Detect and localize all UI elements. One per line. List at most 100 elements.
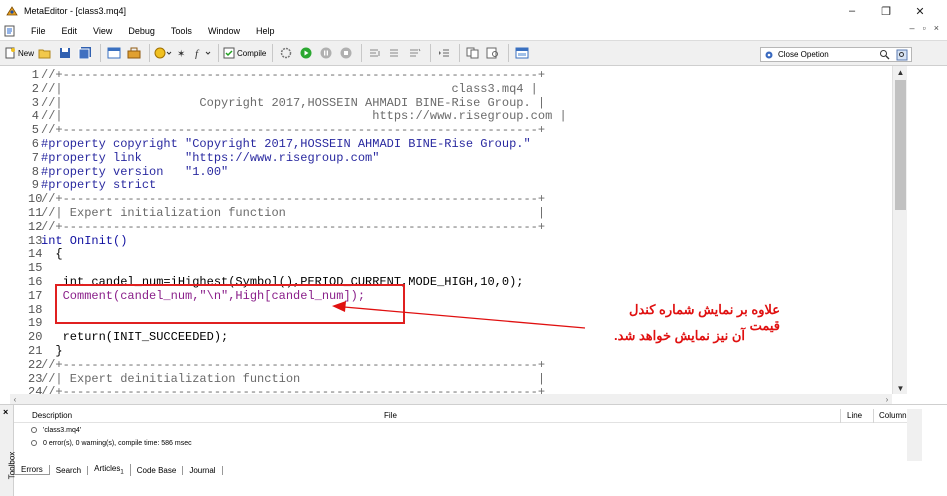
code-line[interactable]: 23//| Expert deinitialization function | — [28, 372, 892, 386]
compile-button[interactable]: Compile — [223, 44, 266, 62]
code-line[interactable]: 3//| Copyright 2017,HOSSEIN AHMADI BINE-… — [28, 96, 892, 110]
indent-button[interactable] — [435, 44, 453, 62]
step-over-button[interactable] — [386, 44, 404, 62]
code-line[interactable]: 8 #property version "1.00" — [28, 165, 892, 179]
toolbox-side-strip: × Toolbox — [0, 405, 16, 496]
line-number: 8 — [31, 164, 39, 179]
mdi-minimize-button[interactable]: – — [910, 23, 915, 33]
line-number: 2 — [31, 81, 39, 96]
step-out-button[interactable] — [406, 44, 424, 62]
mdi-close-button[interactable]: × — [934, 23, 939, 33]
code-line[interactable]: 21 } — [28, 344, 892, 358]
close-button[interactable]: ✕ — [903, 3, 937, 19]
scroll-up-icon[interactable]: ▲ — [893, 66, 908, 78]
document-icon[interactable] — [4, 25, 15, 37]
code-line[interactable]: 10//+-----------------------------------… — [28, 192, 892, 206]
insert-button[interactable]: ✶ — [174, 44, 192, 62]
code-line[interactable]: 12//+-----------------------------------… — [28, 220, 892, 234]
toolbar-separator — [361, 44, 363, 62]
code-line[interactable]: 22//+-----------------------------------… — [28, 358, 892, 372]
column-column[interactable]: Column — [879, 411, 907, 420]
code-editor[interactable]: 1//+------------------------------------… — [28, 68, 892, 394]
menu-window[interactable]: Window — [200, 26, 248, 36]
tab-journal[interactable]: Journal — [183, 465, 223, 475]
line-number: 18 — [28, 302, 43, 317]
toolbar-separator — [218, 44, 220, 62]
code-line[interactable]: 9 #property strict — [28, 178, 892, 192]
code-text: //+-------------------------------------… — [41, 68, 546, 82]
toolbox-close-button[interactable]: × — [3, 407, 8, 417]
code-line[interactable]: 4//| https://www.risegroup.com | — [28, 109, 892, 123]
line-number: 5 — [31, 123, 39, 138]
menu-debug[interactable]: Debug — [120, 26, 163, 36]
code-text: #property version "1.00" — [41, 164, 229, 179]
column-description[interactable]: Description — [32, 411, 72, 420]
message-row[interactable]: 'class3.mq4' — [30, 426, 81, 434]
editor-vertical-scrollbar[interactable]: ▲ ▼ — [892, 66, 907, 394]
menu-help[interactable]: Help — [248, 26, 283, 36]
save-all-button[interactable] — [76, 44, 94, 62]
copy-button[interactable] — [464, 44, 482, 62]
navigator-button[interactable] — [105, 44, 123, 62]
open-button[interactable] — [36, 44, 54, 62]
code-text: //| class3.mq4 | — [41, 81, 538, 96]
code-line[interactable]: 5//+------------------------------------… — [28, 123, 892, 137]
mdi-restore-button[interactable]: ▫ — [923, 23, 926, 33]
tab-articles[interactable]: Articles1 — [88, 464, 131, 476]
toolbar-separator — [100, 44, 102, 62]
tab-search[interactable]: Search — [50, 465, 89, 475]
toolbox-columns-header: Description File Line Column — [14, 409, 907, 423]
column-divider[interactable] — [840, 409, 841, 423]
toolbox-vertical-scrollbar[interactable] — [907, 409, 922, 461]
find-button[interactable] — [484, 44, 502, 62]
tab-code-base[interactable]: Code Base — [131, 465, 184, 475]
terminal-button[interactable] — [513, 44, 531, 62]
new-label: New — [18, 48, 35, 58]
column-divider[interactable] — [873, 409, 874, 423]
minimize-button[interactable]: – — [835, 3, 869, 19]
message-row[interactable]: 0 error(s), 0 warning(s), compile time: … — [30, 439, 192, 447]
toolbox-button[interactable] — [125, 44, 143, 62]
scroll-right-icon[interactable]: › — [882, 394, 892, 404]
save-button[interactable] — [56, 44, 74, 62]
line-number: 13 — [28, 233, 43, 248]
scroll-left-icon[interactable]: ‹ — [10, 394, 20, 404]
menu-tools[interactable]: Tools — [163, 26, 200, 36]
menu-view[interactable]: View — [85, 26, 120, 36]
stop-button[interactable] — [337, 44, 355, 62]
scroll-thumb[interactable] — [895, 80, 906, 210]
code-line[interactable]: 24//+-----------------------------------… — [28, 385, 892, 394]
new-button[interactable]: New — [4, 44, 34, 62]
code-line[interactable]: 1//+------------------------------------… — [28, 68, 892, 82]
styler-button[interactable] — [154, 44, 172, 62]
search-value: Close Opetion — [778, 50, 829, 59]
editor-horizontal-scrollbar[interactable]: ‹ › — [10, 394, 892, 404]
function-button[interactable]: f — [194, 44, 212, 62]
search-button[interactable] — [877, 48, 891, 61]
maximize-button[interactable]: ❐ — [869, 3, 903, 19]
copy-icon — [466, 47, 479, 59]
code-line[interactable]: 11//| Expert initialization function | — [28, 206, 892, 220]
code-line[interactable]: 14 { — [28, 247, 892, 261]
code-line[interactable]: 13 int OnInit() — [28, 234, 892, 248]
toolbar-separator — [149, 44, 151, 62]
indent-icon — [439, 49, 450, 57]
debug-settings-button[interactable] — [277, 44, 295, 62]
menu-edit[interactable]: Edit — [54, 26, 86, 36]
step-into-button[interactable] — [366, 44, 384, 62]
column-line[interactable]: Line — [847, 411, 862, 420]
code-line[interactable]: 15 — [28, 261, 892, 275]
column-file[interactable]: File — [384, 411, 397, 420]
code-line[interactable]: 7 #property link "https://www.risegroup.c… — [28, 151, 892, 165]
new-file-icon — [5, 47, 15, 59]
menu-file[interactable]: File — [23, 26, 54, 36]
start-debug-button[interactable] — [297, 44, 315, 62]
pause-button[interactable] — [317, 44, 335, 62]
code-text: return(INIT_SUCCEEDED); — [41, 330, 229, 345]
tab-errors[interactable]: Errors — [14, 465, 50, 475]
code-line[interactable]: 6 #property copyright "Copyright 2017,HOS… — [28, 137, 892, 151]
scroll-down-icon[interactable]: ▼ — [893, 382, 908, 394]
search-options-button[interactable] — [895, 48, 909, 61]
code-text: //+-------------------------------------… — [41, 192, 546, 207]
code-line[interactable]: 2//| class3.mq4 | — [28, 82, 892, 96]
